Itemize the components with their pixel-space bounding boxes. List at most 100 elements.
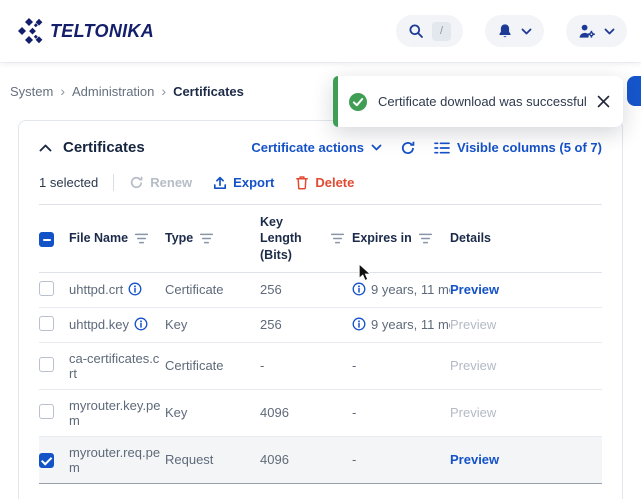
type-cell: Key	[165, 307, 260, 342]
export-icon	[213, 176, 227, 190]
refresh-button[interactable]	[400, 140, 416, 156]
info-icon[interactable]	[352, 317, 366, 331]
file-name: myrouter.key.pem	[69, 398, 161, 428]
preview-link[interactable]: Preview	[450, 282, 499, 297]
table-body: uhttpd.crt Certificate 256 9 years, 11 m…	[39, 272, 602, 483]
column-header[interactable]: Type	[165, 205, 260, 273]
column-label: Type	[165, 230, 193, 246]
table-row[interactable]: uhttpd.crt Certificate 256 9 years, 11 m…	[39, 272, 602, 307]
row-checkbox[interactable]	[39, 281, 54, 296]
file-name-cell: uhttpd.crt	[69, 272, 165, 307]
user-gear-icon	[578, 23, 596, 39]
column-header[interactable]: Details	[450, 205, 602, 273]
bulk-actions-toolbar: 1 selected Renew Export Delete	[39, 174, 602, 191]
expires-cell: -	[352, 389, 450, 436]
row-checkbox[interactable]	[39, 404, 54, 419]
table-row[interactable]: ca-certificates.crt Certificate - - Prev…	[39, 342, 602, 389]
row-checkbox[interactable]	[39, 453, 54, 468]
file-name-cell: myrouter.req.pem	[69, 436, 165, 483]
certificates-table: File Name Type Key Length (Bits) Expires…	[39, 204, 602, 484]
key-length-cell: 4096	[260, 436, 352, 483]
type-cell: Certificate	[165, 342, 260, 389]
key-length-cell: 256	[260, 272, 352, 307]
expires-cell: 9 years, 11 mon	[352, 272, 450, 307]
edge-panel-button[interactable]	[627, 76, 641, 106]
type-cell: Request	[165, 436, 260, 483]
refresh-icon	[400, 140, 416, 156]
file-name: uhttpd.crt	[69, 282, 123, 297]
selected-count: 1 selected	[39, 175, 98, 190]
filter-icon[interactable]	[200, 233, 213, 244]
visible-columns-button[interactable]: Visible columns (5 of 7)	[434, 140, 602, 155]
expires-cell: -	[352, 342, 450, 389]
chevron-down-icon	[371, 144, 382, 151]
toast-close-button[interactable]	[597, 95, 610, 108]
breadcrumb-item-system[interactable]: System	[10, 84, 53, 99]
info-icon[interactable]	[352, 282, 366, 296]
row-checkbox[interactable]	[39, 357, 54, 372]
column-header[interactable]: Key Length (Bits)	[260, 205, 352, 273]
filter-icon[interactable]	[135, 233, 148, 244]
page-title: Certificates	[63, 139, 145, 156]
certificates-card: Certificates Certificate actions Visible	[18, 120, 623, 499]
column-label: File Name	[69, 230, 128, 246]
topbar-actions: /	[396, 15, 627, 47]
type-cell: Key	[165, 389, 260, 436]
preview-link[interactable]: Preview	[450, 317, 496, 332]
chevron-up-icon	[39, 144, 52, 152]
column-label: Details	[450, 230, 491, 246]
delete-button[interactable]: Delete	[295, 175, 354, 190]
breadcrumb-separator-icon: ›	[60, 84, 65, 98]
visible-columns-label: Visible columns (5 of 7)	[457, 140, 602, 155]
table-row[interactable]: myrouter.req.pem Request 4096 - Preview	[39, 436, 602, 483]
certificate-actions-button[interactable]: Certificate actions	[251, 140, 382, 155]
trash-icon	[295, 175, 309, 190]
section-header: Certificates Certificate actions Visible	[39, 139, 602, 156]
column-header[interactable]: Expires in	[352, 205, 450, 273]
row-checkbox[interactable]	[39, 316, 54, 331]
top-header: TELTONIKA /	[0, 0, 641, 62]
renew-button[interactable]: Renew	[129, 175, 192, 190]
select-all-checkbox[interactable]	[39, 232, 54, 247]
success-check-icon	[348, 92, 368, 112]
file-name: uhttpd.key	[69, 317, 129, 332]
preview-link[interactable]: Preview	[450, 358, 496, 373]
table-row[interactable]: uhttpd.key Key 256 9 years, 11 mon Previ…	[39, 307, 602, 342]
preview-link[interactable]: Preview	[450, 405, 496, 420]
renew-label: Renew	[150, 175, 192, 190]
preview-link[interactable]: Preview	[450, 452, 499, 467]
column-header[interactable]: File Name	[69, 205, 165, 273]
filter-icon[interactable]	[419, 233, 432, 244]
breadcrumb-item-administration[interactable]: Administration	[72, 84, 154, 99]
collapse-section-button[interactable]	[39, 144, 52, 152]
filter-icon[interactable]	[331, 233, 344, 244]
columns-icon	[434, 142, 450, 154]
expires-value: 9 years, 11 mon	[371, 282, 450, 297]
expires-value: 9 years, 11 mon	[371, 317, 450, 332]
info-icon[interactable]	[128, 282, 142, 296]
info-icon[interactable]	[134, 317, 148, 331]
file-name-cell: myrouter.key.pem	[69, 389, 165, 436]
key-length-cell: 256	[260, 307, 352, 342]
expires-value: -	[352, 358, 356, 373]
export-label: Export	[233, 175, 274, 190]
column-label: Expires in	[352, 230, 412, 246]
user-menu-button[interactable]	[566, 15, 627, 47]
export-button[interactable]: Export	[213, 175, 274, 190]
brand-logo[interactable]: TELTONIKA	[10, 18, 154, 44]
file-name: myrouter.req.pem	[69, 445, 160, 475]
table-row[interactable]: myrouter.key.pem Key 4096 - Preview	[39, 389, 602, 436]
renew-icon	[129, 175, 144, 190]
file-name: ca-certificates.crt	[69, 351, 159, 381]
key-length-cell: -	[260, 342, 352, 389]
file-name-cell: uhttpd.key	[69, 307, 165, 342]
brand-name: TELTONIKA	[50, 21, 154, 42]
expires-value: -	[352, 405, 356, 420]
notifications-button[interactable]	[485, 15, 544, 47]
expires-value: -	[352, 452, 356, 467]
search-button[interactable]: /	[396, 15, 463, 47]
breadcrumb-item-certificates: Certificates	[173, 84, 244, 99]
search-icon	[408, 23, 424, 39]
toolbar-divider	[113, 174, 114, 191]
key-length-cell: 4096	[260, 389, 352, 436]
